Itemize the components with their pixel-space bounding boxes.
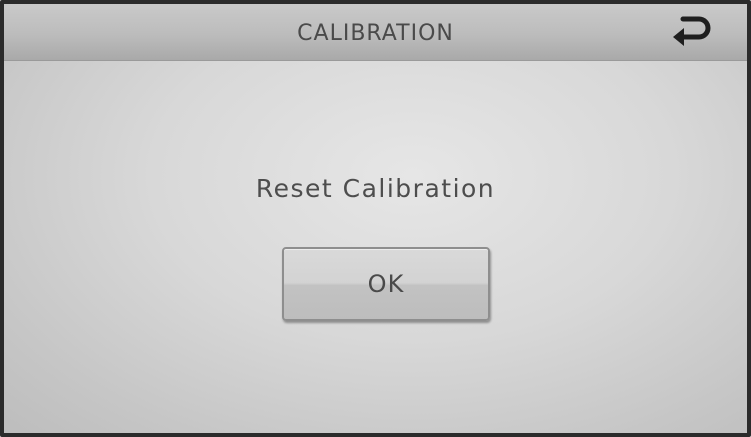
device-frame: CALIBRATION Reset Calibration OK xyxy=(0,0,751,437)
back-button[interactable] xyxy=(667,10,717,56)
calibration-screen: CALIBRATION Reset Calibration OK xyxy=(4,4,747,433)
page-title: CALIBRATION xyxy=(297,21,454,46)
return-arrow-icon xyxy=(673,16,711,46)
ok-button-label: OK xyxy=(367,270,405,298)
reset-calibration-message: Reset Calibration xyxy=(255,174,496,203)
title-bar: CALIBRATION xyxy=(4,4,747,61)
ok-button[interactable]: OK xyxy=(282,247,490,321)
